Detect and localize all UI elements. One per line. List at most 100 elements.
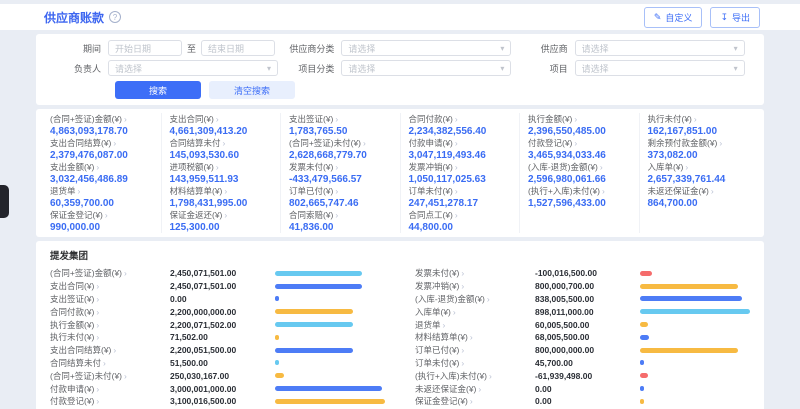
summary-metric[interactable]: 退货单›60,359,700.00 bbox=[50, 185, 153, 209]
chevron-right-icon: › bbox=[113, 138, 116, 148]
summary-metric[interactable]: 进项税额(¥)›143,959,511.93 bbox=[170, 161, 273, 185]
filter-panel: 期间 开始日期 至 结束日期 供应商分类 请选择 ▾ 供应商 请选择 ▾ bbox=[36, 34, 764, 105]
metric-value: 1,798,431,995.00 bbox=[170, 198, 273, 209]
summary-metric[interactable]: 合同索赔(¥)›41,836.00 bbox=[289, 209, 392, 233]
summary-metric[interactable]: (执行+入库)未付(¥)›1,527,596,433.00 bbox=[528, 185, 631, 209]
summary-metric[interactable]: 支出金额(¥)›3,032,456,486.89 bbox=[50, 161, 153, 185]
summary-metric[interactable]: 剩余预付款金额(¥)›373,082.00 bbox=[648, 137, 751, 161]
project-select[interactable]: 请选择 ▾ bbox=[575, 60, 745, 76]
metric-value: 3,465,934,033.46 bbox=[528, 150, 631, 161]
chart-row[interactable]: 支出合同(¥)›2,450,071,501.00 bbox=[50, 280, 385, 293]
summary-metric[interactable]: 保证金返还(¥)›125,300.00 bbox=[170, 209, 273, 233]
summary-metric[interactable]: 合同点工(¥)›44,800.00 bbox=[409, 209, 512, 233]
project-placeholder: 请选择 bbox=[582, 62, 609, 75]
chevron-right-icon: › bbox=[224, 186, 227, 196]
chart-row[interactable]: 支出签证(¥)›0.00 bbox=[50, 293, 385, 306]
end-date-input[interactable]: 结束日期 bbox=[201, 40, 275, 56]
page-title-text: 供应商账款 bbox=[44, 9, 104, 26]
chevron-right-icon: › bbox=[470, 396, 473, 406]
chart-row[interactable]: 合同付款(¥)›2,200,000,000.00 bbox=[50, 305, 385, 318]
chart-row-value: 2,450,071,501.00 bbox=[170, 268, 275, 278]
metric-value: -433,479,566.57 bbox=[289, 174, 392, 185]
chart-row[interactable]: (合同+签证)未付(¥)›250,030,167.00 bbox=[50, 369, 385, 382]
summary-panel: (合同+签证)金额(¥)›4,863,093,178.70支出合同结算(¥)›2… bbox=[36, 109, 764, 237]
summary-metric[interactable]: 发票未付(¥)›-433,479,566.57 bbox=[289, 161, 392, 185]
summary-metric[interactable]: 订单已付(¥)›802,665,747.46 bbox=[289, 185, 392, 209]
summary-metric[interactable]: 材料结算单(¥)›1,798,431,995.00 bbox=[170, 185, 273, 209]
supplier-category-select[interactable]: 请选择 ▾ bbox=[341, 40, 511, 56]
summary-metric[interactable]: (入库-退货)金额(¥)›2,596,980,061.66 bbox=[528, 161, 631, 185]
chart-row-label: 付款登记(¥) bbox=[50, 395, 94, 407]
filter-field-period: 期间 开始日期 至 结束日期 bbox=[50, 40, 283, 56]
summary-metric[interactable]: 付款登记(¥)›3,465,934,033.46 bbox=[528, 137, 631, 161]
summary-metric[interactable]: 合同结算未付›145,093,530.60 bbox=[170, 137, 273, 161]
chart-row-value: 3,100,016,500.00 bbox=[170, 396, 275, 406]
metric-label: 合同索赔(¥) bbox=[289, 209, 333, 221]
chart-row-value: 71,502.00 bbox=[170, 332, 275, 342]
summary-metric[interactable]: 执行金额(¥)›2,396,550,485.00 bbox=[528, 113, 631, 137]
customize-button[interactable]: ✎ 自定义 bbox=[644, 7, 703, 28]
chart-row[interactable]: 执行未付(¥)›71,502.00 bbox=[50, 331, 385, 344]
chart-row[interactable]: 支出合同结算(¥)›2,200,051,500.00 bbox=[50, 344, 385, 357]
chart-row[interactable]: 材料结算单(¥)›68,005,500.00 bbox=[415, 331, 750, 344]
owner-select[interactable]: 请选择 ▾ bbox=[108, 60, 278, 76]
chart-row[interactable]: 订单已付(¥)›800,000,000.00 bbox=[415, 344, 750, 357]
sidebar-collapse-handle[interactable] bbox=[0, 185, 9, 218]
chart-bar bbox=[275, 322, 353, 327]
filter-field-supplier: 供应商 请选择 ▾ bbox=[517, 40, 750, 56]
summary-metric[interactable]: 支出合同(¥)›4,661,309,413.20 bbox=[170, 113, 273, 137]
summary-metric[interactable]: 支出合同结算(¥)›2,379,476,087.00 bbox=[50, 137, 153, 161]
chart-row-label: (合同+签证)金额(¥) bbox=[50, 267, 122, 279]
chart-row[interactable]: (执行+入库)未付(¥)›-61,939,498.00 bbox=[415, 369, 750, 382]
chart-row[interactable]: 付款登记(¥)›3,100,016,500.00 bbox=[50, 395, 385, 408]
summary-metric[interactable]: 支出签证(¥)›1,783,765.50 bbox=[289, 113, 392, 137]
chart-row-label: (合同+签证)未付(¥) bbox=[50, 370, 122, 382]
chart-row[interactable]: 保证金登记(¥)›0.00 bbox=[415, 395, 750, 408]
filter-field-owner: 负责人 请选择 ▾ bbox=[50, 60, 283, 76]
summary-metric[interactable]: 保证金登记(¥)›990,000.00 bbox=[50, 209, 153, 233]
summary-metric[interactable]: 未返还保证金(¥)›864,700.00 bbox=[648, 185, 751, 209]
chart-row[interactable]: (合同+签证)金额(¥)›2,450,071,501.00 bbox=[50, 267, 385, 280]
chart-row[interactable]: 未返还保证金(¥)›0.00 bbox=[415, 382, 750, 395]
chart-row[interactable]: 订单未付(¥)›45,700.00 bbox=[415, 357, 750, 370]
chart-bar bbox=[275, 360, 279, 365]
chevron-right-icon: › bbox=[96, 384, 99, 394]
metric-label-row: 付款申请(¥)› bbox=[409, 137, 512, 149]
chart-row[interactable]: 发票冲销(¥)›800,000,700.00 bbox=[415, 280, 750, 293]
start-date-input[interactable]: 开始日期 bbox=[108, 40, 182, 56]
chart-row[interactable]: (入库-退货)金额(¥)›838,005,500.00 bbox=[415, 293, 750, 306]
summary-metric[interactable]: (合同+签证)金额(¥)›4,863,093,178.70 bbox=[50, 113, 153, 137]
clear-search-button[interactable]: 清空搜索 bbox=[209, 81, 295, 99]
chart-row[interactable]: 执行金额(¥)›2,200,071,502.00 bbox=[50, 318, 385, 331]
supplier-select[interactable]: 请选择 ▾ bbox=[575, 40, 745, 56]
metric-value: 143,959,511.93 bbox=[170, 174, 273, 185]
summary-metric[interactable]: 订单未付(¥)›247,451,278.17 bbox=[409, 185, 512, 209]
chart-row-label: 合同付款(¥) bbox=[50, 306, 94, 318]
chart-row[interactable]: 发票未付(¥)›-100,016,500.00 bbox=[415, 267, 750, 280]
chart-row-value: 60,005,500.00 bbox=[535, 320, 640, 330]
summary-metric[interactable]: 合同付款(¥)›2,234,382,556.40 bbox=[409, 113, 512, 137]
chevron-right-icon: › bbox=[335, 114, 338, 124]
summary-column: 执行金额(¥)›2,396,550,485.00付款登记(¥)›3,465,93… bbox=[520, 113, 640, 233]
metric-label-row: 支出合同(¥)› bbox=[170, 113, 273, 125]
chart-bar-track bbox=[275, 348, 385, 353]
group-title: 提发集团 bbox=[50, 248, 750, 262]
summary-metric[interactable]: (合同+签证)未付(¥)›2,628,668,779.70 bbox=[289, 137, 392, 161]
chart-bar bbox=[275, 399, 385, 404]
chevron-right-icon: › bbox=[96, 307, 99, 317]
chart-bar bbox=[275, 309, 353, 314]
chart-row[interactable]: 合同结算未付›51,500.00 bbox=[50, 357, 385, 370]
chart-row[interactable]: 入库单(¥)›898,011,000.00 bbox=[415, 305, 750, 318]
metric-label: 付款登记(¥) bbox=[528, 137, 572, 149]
chart-row[interactable]: 付款申请(¥)›3,000,001,000.00 bbox=[50, 382, 385, 395]
chart-bar-track bbox=[275, 296, 385, 301]
summary-metric[interactable]: 执行未付(¥)›162,167,851.00 bbox=[648, 113, 751, 137]
help-icon[interactable]: ? bbox=[109, 11, 121, 23]
search-button[interactable]: 搜索 bbox=[115, 81, 201, 99]
summary-metric[interactable]: 入库单(¥)›2,657,339,761.44 bbox=[648, 161, 751, 185]
chart-row[interactable]: 退货单›60,005,500.00 bbox=[415, 318, 750, 331]
export-button[interactable]: ↧ 导出 bbox=[710, 7, 760, 28]
summary-metric[interactable]: 发票冲销(¥)›1,050,117,025.63 bbox=[409, 161, 512, 185]
project-category-select[interactable]: 请选择 ▾ bbox=[341, 60, 511, 76]
summary-metric[interactable]: 付款申请(¥)›3,047,119,493.46 bbox=[409, 137, 512, 161]
